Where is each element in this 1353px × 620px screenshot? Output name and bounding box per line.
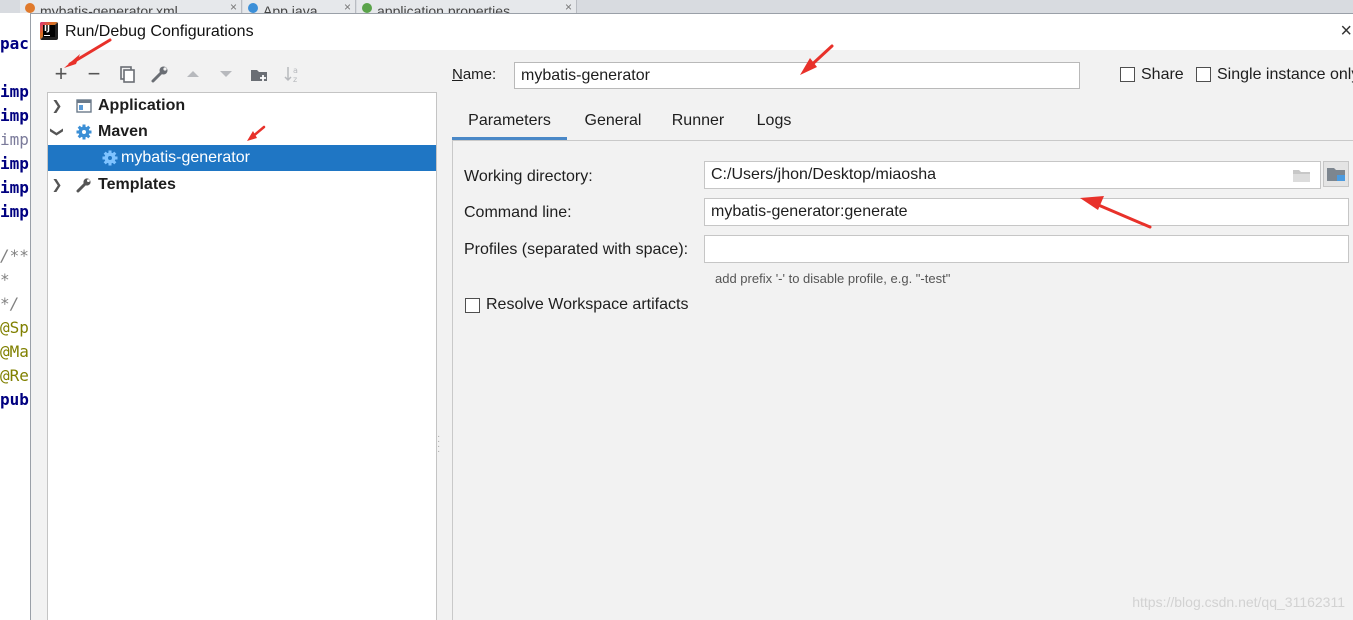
editor-tab-application-properties[interactable]: application.properties × — [357, 0, 577, 13]
code-line: @Ma — [0, 342, 29, 361]
name-label: Name: — [452, 66, 497, 83]
dialog-title-bar: IJ Run/Debug Configurations × — [31, 14, 1353, 50]
move-down-button[interactable] — [214, 62, 238, 86]
close-tab-icon[interactable]: × — [565, 0, 572, 13]
sort-button[interactable]: az — [280, 62, 304, 86]
remove-configuration-button[interactable]: − — [82, 62, 106, 86]
code-line: imp — [0, 178, 29, 197]
intellij-idea-icon: IJ — [40, 22, 58, 40]
tab-general[interactable]: General — [573, 106, 653, 140]
tree-item-label: Application — [98, 97, 186, 114]
parameters-panel: Working directory: C:/Users/jhon/Desktop… — [452, 140, 1353, 620]
single-instance-label: Single instance only — [1217, 66, 1353, 83]
code-line: * — [0, 270, 10, 289]
tree-item-maven[interactable]: ❯ Maven — [48, 119, 436, 145]
profiles-hint: add prefix '-' to disable profile, e.g. … — [715, 271, 951, 286]
code-line: pub — [0, 390, 29, 409]
tree-item-label: Templates — [98, 176, 176, 193]
sort-alpha-icon: az — [284, 66, 298, 84]
code-editor-background: pac imp imp imp imp imp imp /** * */ @Sp… — [0, 13, 30, 620]
wrench-icon — [151, 66, 168, 83]
resolve-workspace-checkbox[interactable] — [465, 298, 480, 313]
code-line: @Re — [0, 366, 29, 385]
java-file-icon — [248, 3, 258, 13]
macro-insert-button[interactable] — [1323, 161, 1349, 187]
tree-item-templates[interactable]: ❯ Templates — [48, 172, 436, 198]
wrench-icon — [76, 178, 91, 193]
profiles-label: Profiles (separated with space): — [464, 241, 689, 258]
svg-text:z: z — [293, 75, 297, 84]
single-instance-checkbox[interactable] — [1196, 67, 1211, 82]
tab-logs[interactable]: Logs — [744, 106, 804, 140]
command-line-input[interactable]: mybatis-generator:generate — [704, 198, 1349, 226]
tree-item-label: mybatis-generator — [121, 149, 250, 166]
chevron-down-icon[interactable]: ❯ — [44, 126, 70, 138]
edit-defaults-button[interactable] — [148, 62, 172, 86]
editor-tab-app-java[interactable]: App.java × — [243, 0, 356, 13]
code-line: imp — [0, 82, 29, 101]
configuration-tree[interactable]: ❯ Application ❯ Maven mybatis-generator … — [47, 92, 437, 620]
code-line: imp — [0, 154, 29, 173]
watermark-text: https://blog.csdn.net/qq_31162311 — [1132, 594, 1345, 610]
pane-splitter-handle[interactable]: · · · · — [437, 432, 443, 457]
resolve-workspace-label: Resolve Workspace artifacts — [486, 296, 689, 313]
close-icon[interactable]: × — [1340, 20, 1352, 43]
browse-folder-icon[interactable] — [1292, 167, 1312, 183]
code-line: pac — [0, 34, 29, 53]
add-configuration-button[interactable]: + — [49, 62, 73, 86]
code-line: imp — [0, 106, 29, 125]
tree-item-mybatis-generator[interactable]: mybatis-generator — [48, 145, 436, 171]
working-directory-label: Working directory: — [464, 168, 593, 185]
arrow-down-icon — [220, 71, 232, 77]
tab-parameters[interactable]: Parameters — [452, 106, 567, 140]
name-input[interactable]: mybatis-generator — [514, 62, 1080, 89]
editor-tab-mybatis-generator-xml[interactable]: mybatis-generator.xml × — [20, 0, 242, 13]
working-directory-input[interactable]: C:/Users/jhon/Desktop/miaosha — [704, 161, 1321, 189]
code-line: @Sp — [0, 318, 29, 337]
run-debug-configurations-dialog: IJ Run/Debug Configurations × + − az ❯ A… — [30, 13, 1353, 620]
dialog-title: Run/Debug Configurations — [65, 23, 254, 40]
application-icon — [76, 99, 92, 113]
tree-item-label: Maven — [98, 123, 148, 140]
command-line-label: Command line: — [464, 204, 572, 221]
properties-file-icon — [362, 3, 372, 13]
folder-add-icon — [251, 70, 267, 81]
copy-icon — [120, 66, 135, 83]
maven-gear-icon — [76, 124, 92, 140]
code-line: imp — [0, 130, 29, 149]
tree-item-application[interactable]: ❯ Application — [48, 93, 436, 119]
tab-runner[interactable]: Runner — [659, 106, 737, 140]
chevron-right-icon[interactable]: ❯ — [51, 172, 63, 198]
profiles-input[interactable] — [704, 235, 1349, 263]
editor-tab-bar: mybatis-generator.xml × App.java × appli… — [0, 0, 1353, 13]
folder-macro-icon — [1327, 168, 1345, 181]
create-folder-button[interactable] — [247, 62, 271, 86]
close-tab-icon[interactable]: × — [230, 0, 237, 13]
xml-file-icon — [25, 3, 35, 13]
arrow-up-icon — [187, 71, 199, 77]
code-line: imp — [0, 202, 29, 221]
code-line: */ — [0, 294, 20, 313]
share-checkbox[interactable] — [1120, 67, 1135, 82]
maven-gear-icon — [102, 150, 118, 166]
code-line: /** — [0, 246, 29, 265]
share-label: Share — [1141, 66, 1184, 83]
chevron-right-icon[interactable]: ❯ — [51, 93, 63, 119]
svg-text:a: a — [293, 66, 298, 75]
close-tab-icon[interactable]: × — [344, 0, 351, 13]
move-up-button[interactable] — [181, 62, 205, 86]
copy-configuration-button[interactable] — [115, 62, 139, 86]
